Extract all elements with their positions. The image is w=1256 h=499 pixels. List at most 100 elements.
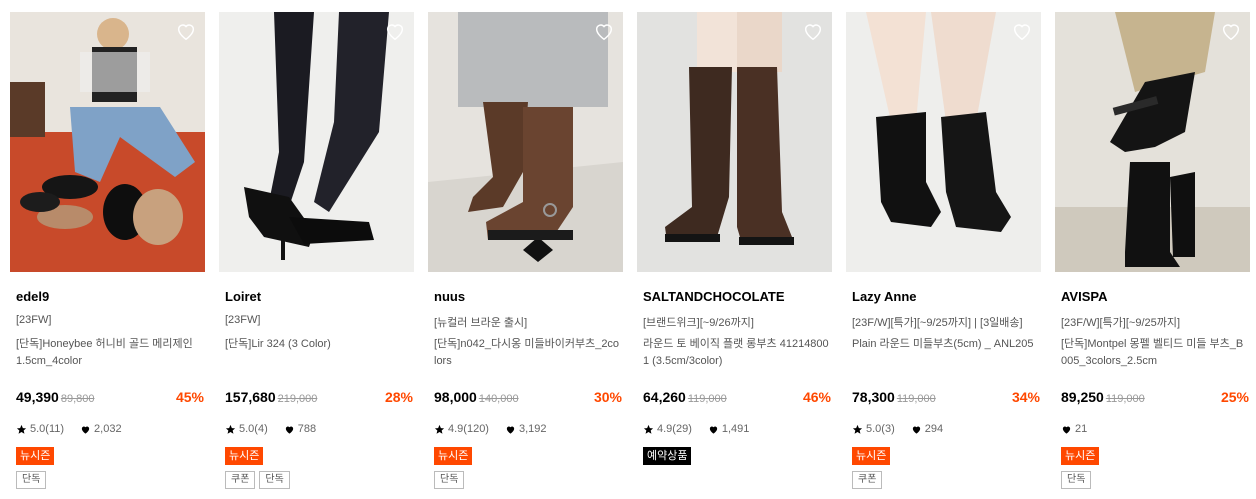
tag-exclusive: 단독	[259, 471, 290, 489]
heart-icon	[81, 426, 90, 434]
product-name[interactable]: Plain 라운드 미들부츠(5cm) _ ANL205	[852, 336, 1038, 353]
likes-count: 21	[1075, 423, 1088, 435]
product-image[interactable]	[10, 12, 205, 272]
original-price: 119,000	[896, 393, 936, 405]
product-grid: edel9 [23FW] [단독]Honeybee 허니비 골드 메리제인 1.…	[0, 0, 1256, 499]
product-card[interactable]: Lazy Anne [23F/W][특가][~9/25까지] | [3일배송] …	[846, 12, 1041, 499]
heart-icon	[1062, 426, 1071, 434]
product-photo-flats	[10, 12, 205, 272]
star-icon	[643, 424, 654, 434]
new-season-badge: 뉴시즌	[225, 447, 264, 465]
brand-name[interactable]: Lazy Anne	[852, 289, 917, 304]
tag-exclusive: 단독	[434, 471, 465, 489]
product-card[interactable]: edel9 [23FW] [단독]Honeybee 허니비 골드 메리제인 1.…	[10, 12, 205, 499]
original-price: 140,000	[478, 393, 519, 405]
heart-icon	[912, 426, 920, 434]
review-stats: 4.9(29) 1,491	[643, 423, 749, 435]
wishlist-heart-icon[interactable]	[1220, 20, 1242, 42]
new-season-badge: 뉴시즌	[434, 447, 473, 465]
review-stats: 5.0(11) 2,032	[16, 423, 122, 435]
review-stats: 5.0(3) 294	[852, 423, 943, 435]
tag-list: 단독	[1061, 471, 1092, 489]
review-stats: 21	[1061, 423, 1087, 435]
product-image[interactable]	[846, 12, 1041, 272]
product-image[interactable]	[637, 12, 832, 272]
product-name[interactable]: [단독]n042_다시옹 미들바이커부츠_2colors	[434, 336, 620, 370]
original-price: 89,800	[60, 393, 95, 405]
product-subtitle: [23F/W][특가][~9/25까지] | [3일배송]	[852, 317, 1023, 329]
brand-name[interactable]: Loiret	[225, 289, 261, 304]
star-icon	[16, 424, 27, 434]
tag-list: 쿠폰	[852, 471, 883, 489]
heart-icon	[506, 426, 515, 434]
wishlist-heart-icon[interactable]	[175, 20, 197, 42]
brand-name[interactable]: SALTANDCHOCOLATE	[643, 289, 785, 304]
discount-rate: 46%	[802, 389, 831, 405]
product-card[interactable]: SALTANDCHOCOLATE [브랜드위크][~9/26까지] 라운드 토 …	[637, 12, 832, 499]
sale-price: 98,000 140,000	[434, 389, 519, 405]
sale-price-value: 98,000	[434, 389, 477, 405]
wishlist-heart-icon[interactable]	[384, 20, 406, 42]
product-name[interactable]: [단독]Montpel 몽펠 벨티드 미들 부츠_B005_3colors_2.…	[1061, 336, 1247, 370]
product-name[interactable]: [단독]Honeybee 허니비 골드 메리제인 1.5cm_4color	[16, 336, 202, 370]
original-price: 119,000	[1105, 393, 1145, 405]
likes-count: 294	[924, 423, 944, 435]
product-subtitle: [브랜드위크][~9/26까지]	[643, 317, 754, 329]
review-stats: 5.0(4) 788	[225, 423, 316, 435]
new-season-badge: 뉴시즌	[1061, 447, 1100, 465]
brand-name[interactable]: edel9	[16, 289, 49, 304]
product-photo-slingback	[219, 12, 414, 272]
product-name[interactable]: 라운드 토 베이직 플랫 롱부츠 412148001 (3.5cm/3color…	[643, 336, 829, 370]
product-photo-biker-boots	[428, 12, 623, 272]
product-image[interactable]	[428, 12, 623, 272]
heart-icon	[285, 426, 293, 434]
discount-rate: 25%	[1220, 389, 1249, 405]
product-subtitle: [23F/W][특가][~9/25까지]	[1061, 317, 1181, 329]
product-name[interactable]: [단독]Lir 324 (3 Color)	[225, 336, 411, 353]
rating-text: 5.0(4)	[239, 423, 268, 435]
product-photo-middle-boots	[846, 12, 1041, 272]
product-card[interactable]: nuus [뉴컬러 브라운 출시] [단독]n042_다시옹 미들바이커부츠_2…	[428, 12, 623, 499]
tag-coupon: 쿠폰	[225, 471, 256, 489]
sale-price-value: 157,680	[225, 389, 276, 405]
wishlist-heart-icon[interactable]	[802, 20, 824, 42]
discount-rate: 34%	[1011, 389, 1040, 405]
brand-name[interactable]: nuus	[434, 289, 465, 304]
product-photo-long-boots	[637, 12, 832, 272]
wishlist-heart-icon[interactable]	[1011, 20, 1033, 42]
product-card[interactable]: AVISPA [23F/W][특가][~9/25까지] [단독]Montpel …	[1055, 12, 1250, 499]
original-price: 219,000	[277, 393, 318, 405]
heart-icon	[709, 426, 718, 434]
product-photo-belted-boots	[1055, 12, 1250, 272]
tag-exclusive: 단독	[16, 471, 47, 489]
likes-count: 788	[297, 423, 317, 435]
original-price: 119,000	[687, 393, 727, 405]
star-icon	[434, 424, 445, 434]
tag-list: 쿠폰 단독	[225, 471, 290, 489]
product-subtitle: [23FW]	[225, 314, 261, 326]
likes-count: 2,032	[94, 423, 122, 435]
discount-rate: 28%	[384, 389, 413, 405]
sale-price: 78,300 119,000	[852, 389, 936, 405]
review-stats: 4.9(120) 3,192	[434, 423, 547, 435]
sale-price-value: 64,260	[643, 389, 686, 405]
product-image[interactable]	[1055, 12, 1250, 272]
sale-price: 64,260 119,000	[643, 389, 727, 405]
discount-rate: 30%	[593, 389, 622, 405]
rating-text: 4.9(29)	[657, 423, 692, 435]
sale-price-value: 49,390	[16, 389, 59, 405]
product-subtitle: [뉴컬러 브라운 출시]	[434, 317, 528, 329]
sale-price-value: 89,250	[1061, 389, 1104, 405]
new-season-badge: 뉴시즌	[852, 447, 891, 465]
sale-price: 49,390 89,800	[16, 389, 94, 405]
sale-price: 157,680 219,000	[225, 389, 317, 405]
star-icon	[852, 424, 863, 434]
discount-rate: 45%	[175, 389, 204, 405]
likes-count: 3,192	[518, 423, 547, 435]
wishlist-heart-icon[interactable]	[593, 20, 615, 42]
sale-price: 89,250 119,000	[1061, 389, 1145, 405]
product-image[interactable]	[219, 12, 414, 272]
product-card[interactable]: Loiret [23FW] [단독]Lir 324 (3 Color) 157,…	[219, 12, 414, 499]
tag-list: 단독	[434, 471, 465, 489]
brand-name[interactable]: AVISPA	[1061, 289, 1107, 304]
